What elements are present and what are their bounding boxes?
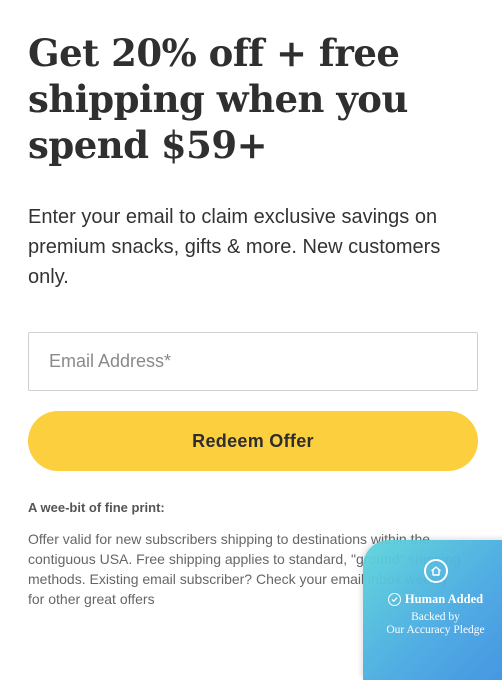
badge-line-2: Our Accuracy Pledge bbox=[386, 624, 485, 636]
offer-subhead: Enter your email to claim exclusive savi… bbox=[28, 206, 441, 288]
home-shield-icon bbox=[424, 559, 448, 583]
badge-line-1: Backed by bbox=[411, 611, 460, 623]
badge-subtitle: Backed by Our Accuracy Pledge bbox=[363, 611, 502, 637]
accuracy-pledge-badge[interactable]: Human Added Backed by Our Accuracy Pledg… bbox=[363, 540, 502, 680]
check-circle-icon bbox=[387, 593, 401, 606]
badge-title-row: Human Added bbox=[363, 592, 502, 607]
fine-print-title: A wee-bit of fine print: bbox=[28, 500, 165, 515]
badge-title: Human Added bbox=[404, 592, 484, 606]
offer-headline: Get 20% off + free shipping when you spe… bbox=[28, 31, 408, 167]
email-field[interactable] bbox=[28, 332, 478, 391]
redeem-offer-button[interactable]: Redeem Offer bbox=[28, 411, 478, 471]
